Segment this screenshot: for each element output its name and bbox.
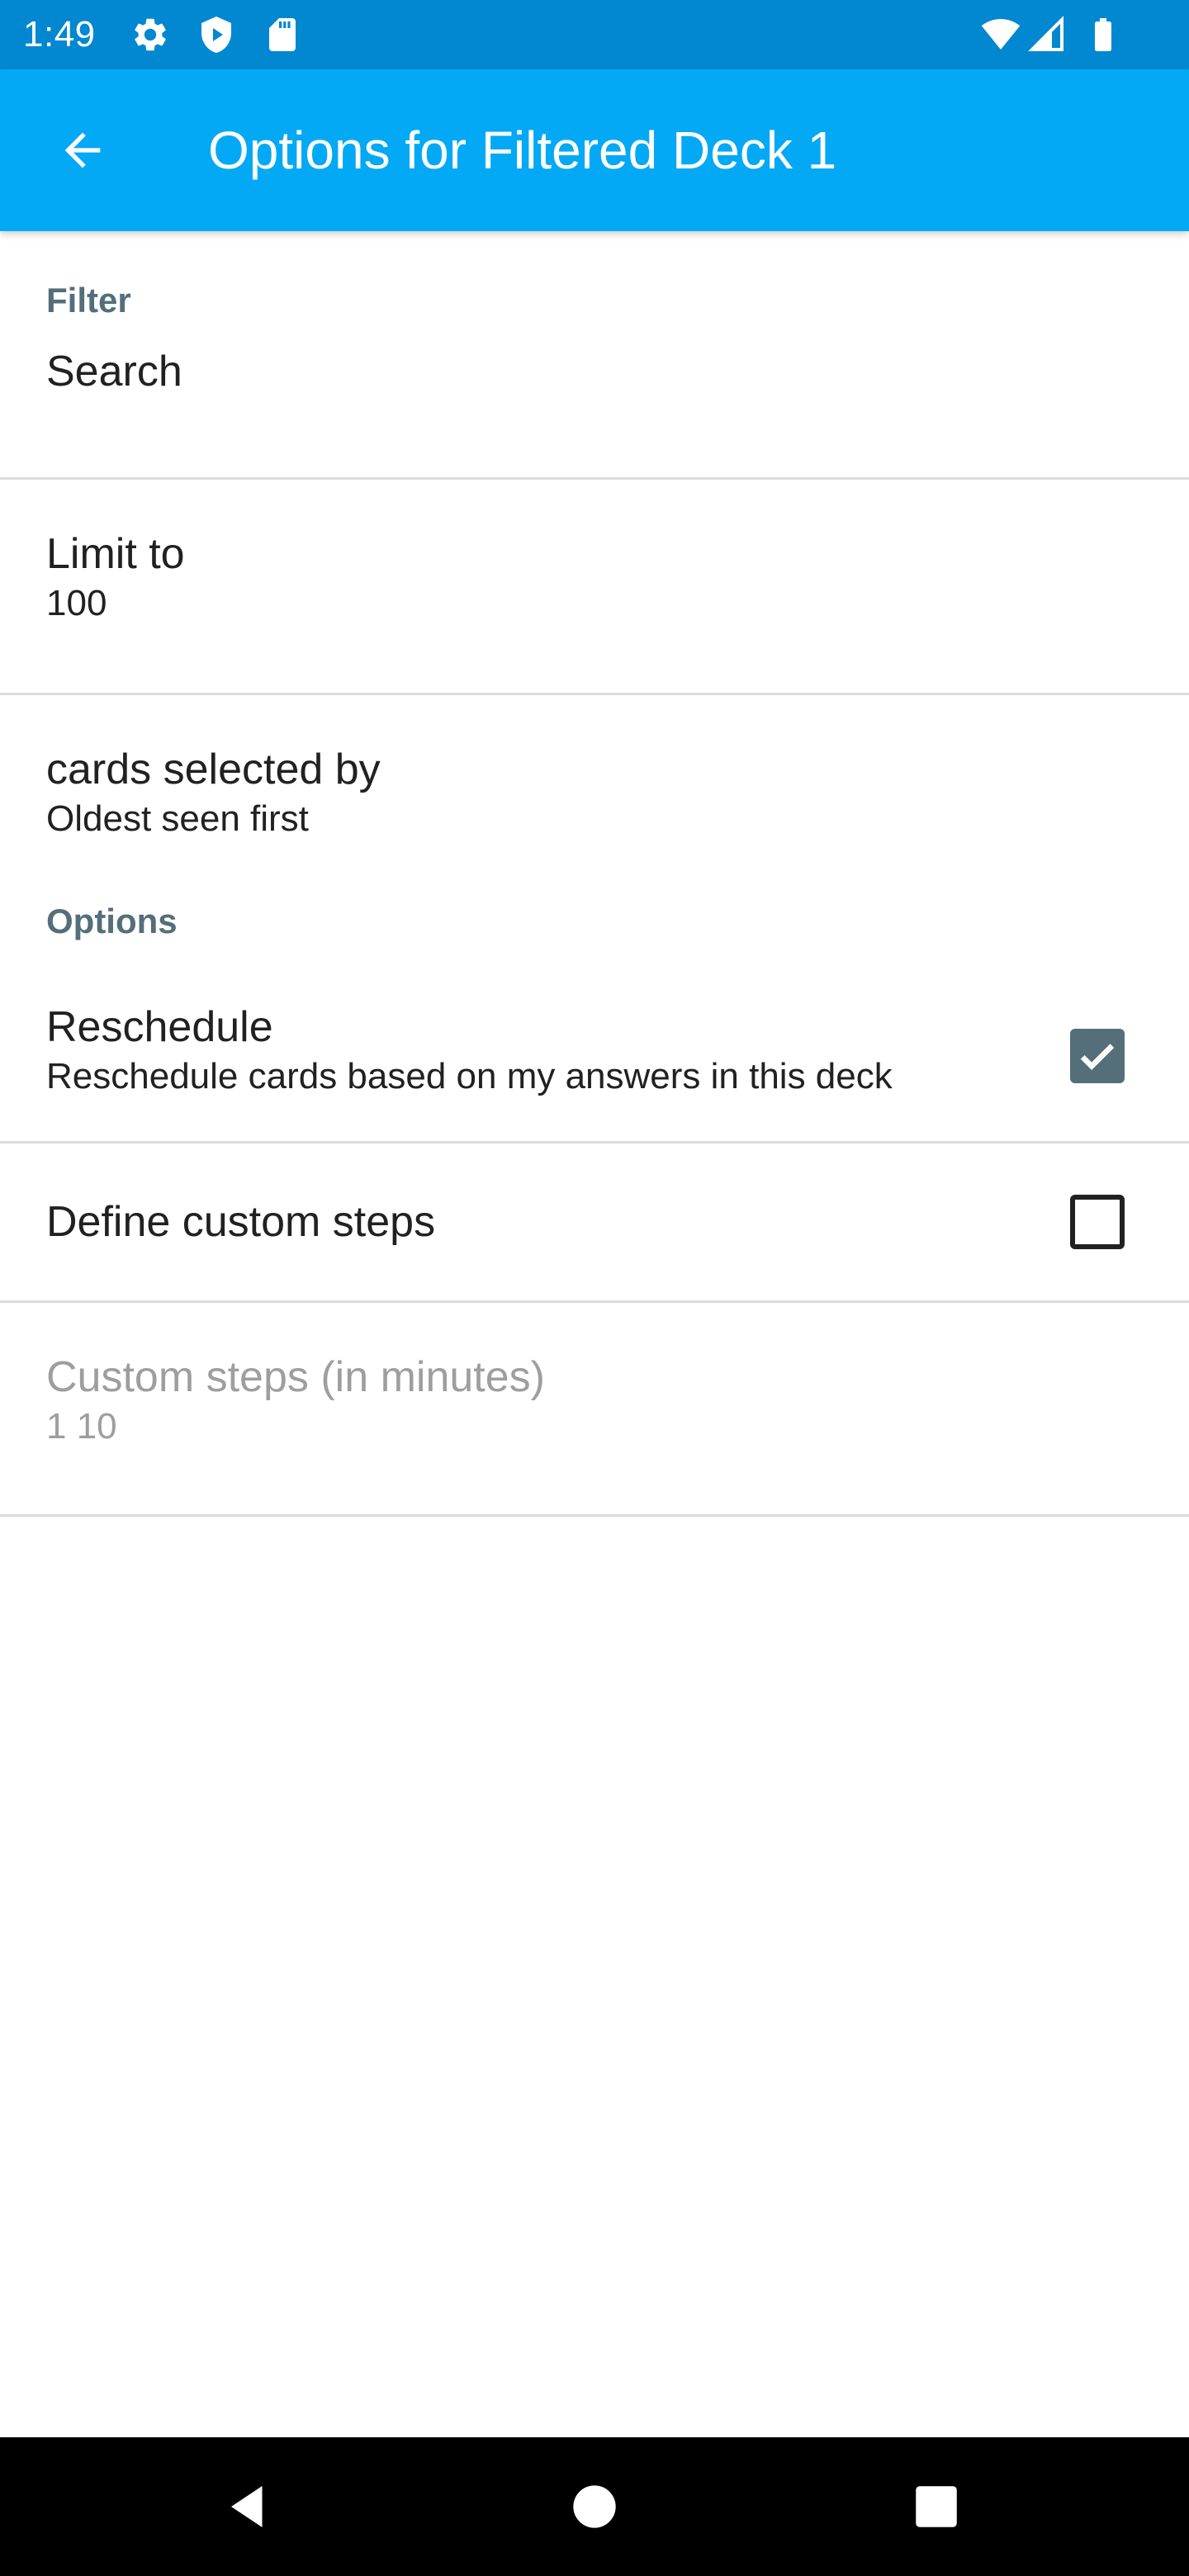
nav-recents-button[interactable] bbox=[895, 2465, 978, 2548]
nav-back-button[interactable] bbox=[206, 2465, 289, 2548]
pref-cards-selected-by-summary: Oldest seen first bbox=[46, 798, 309, 839]
pref-custom-steps-summary: 1 10 bbox=[46, 1406, 117, 1447]
page-title: Options for Filtered Deck 1 bbox=[208, 121, 837, 180]
status-bar: 1:49 bbox=[0, 0, 1189, 69]
arrow-back-icon bbox=[64, 132, 101, 168]
pref-custom-steps-title: Custom steps (in minutes) bbox=[46, 1353, 545, 1401]
check-icon bbox=[1080, 1044, 1115, 1071]
pref-search[interactable]: Search bbox=[0, 320, 1189, 490]
recents-square-icon bbox=[916, 2486, 957, 2527]
app-bar: Options for Filtered Deck 1 bbox=[0, 69, 1189, 231]
status-time: 1:49 bbox=[23, 14, 96, 54]
back-button[interactable] bbox=[33, 101, 132, 200]
pref-limit-to[interactable]: Limit to 100 bbox=[0, 480, 1189, 693]
gear-icon bbox=[130, 15, 170, 54]
pref-custom-steps: Custom steps (in minutes) 1 10 bbox=[0, 1303, 1189, 1514]
pref-cards-selected-by-title: cards selected by bbox=[46, 746, 381, 793]
pref-define-custom-steps-title: Define custom steps bbox=[46, 1198, 436, 1246]
pref-reschedule[interactable]: Reschedule Reschedule cards based on my … bbox=[0, 976, 1189, 1141]
home-circle-icon bbox=[573, 2485, 616, 2528]
pref-cards-selected-by[interactable]: cards selected by Oldest seen first bbox=[0, 695, 1189, 893]
pref-define-custom-steps[interactable]: Define custom steps bbox=[0, 1144, 1189, 1300]
preferences-list: Filter Search Limit to 100 cards selecte… bbox=[0, 231, 1189, 1517]
cell-signal-icon bbox=[1027, 15, 1067, 54]
pref-limit-to-title: Limit to bbox=[46, 530, 185, 578]
divider bbox=[0, 1514, 1189, 1517]
wifi-icon bbox=[981, 15, 1021, 54]
sd-card-icon bbox=[263, 15, 302, 54]
pref-reschedule-summary: Reschedule cards based on my answers in … bbox=[46, 1056, 893, 1096]
battery-icon bbox=[1083, 15, 1123, 54]
pref-search-title: Search bbox=[46, 348, 182, 395]
category-filter: Filter bbox=[46, 281, 131, 320]
category-options: Options bbox=[46, 902, 178, 940]
back-triangle-icon bbox=[231, 2486, 263, 2527]
pref-limit-to-summary: 100 bbox=[46, 583, 107, 623]
screen: 1:49 Options for Filtered Deck 1 Filter … bbox=[0, 0, 1189, 2576]
reschedule-checkbox[interactable] bbox=[1070, 1029, 1125, 1083]
shield-icon bbox=[197, 15, 236, 54]
define-custom-steps-checkbox[interactable] bbox=[1070, 1195, 1125, 1249]
navigation-bar bbox=[0, 2437, 1189, 2576]
pref-reschedule-title: Reschedule bbox=[46, 1003, 273, 1051]
nav-home-button[interactable] bbox=[553, 2465, 636, 2548]
